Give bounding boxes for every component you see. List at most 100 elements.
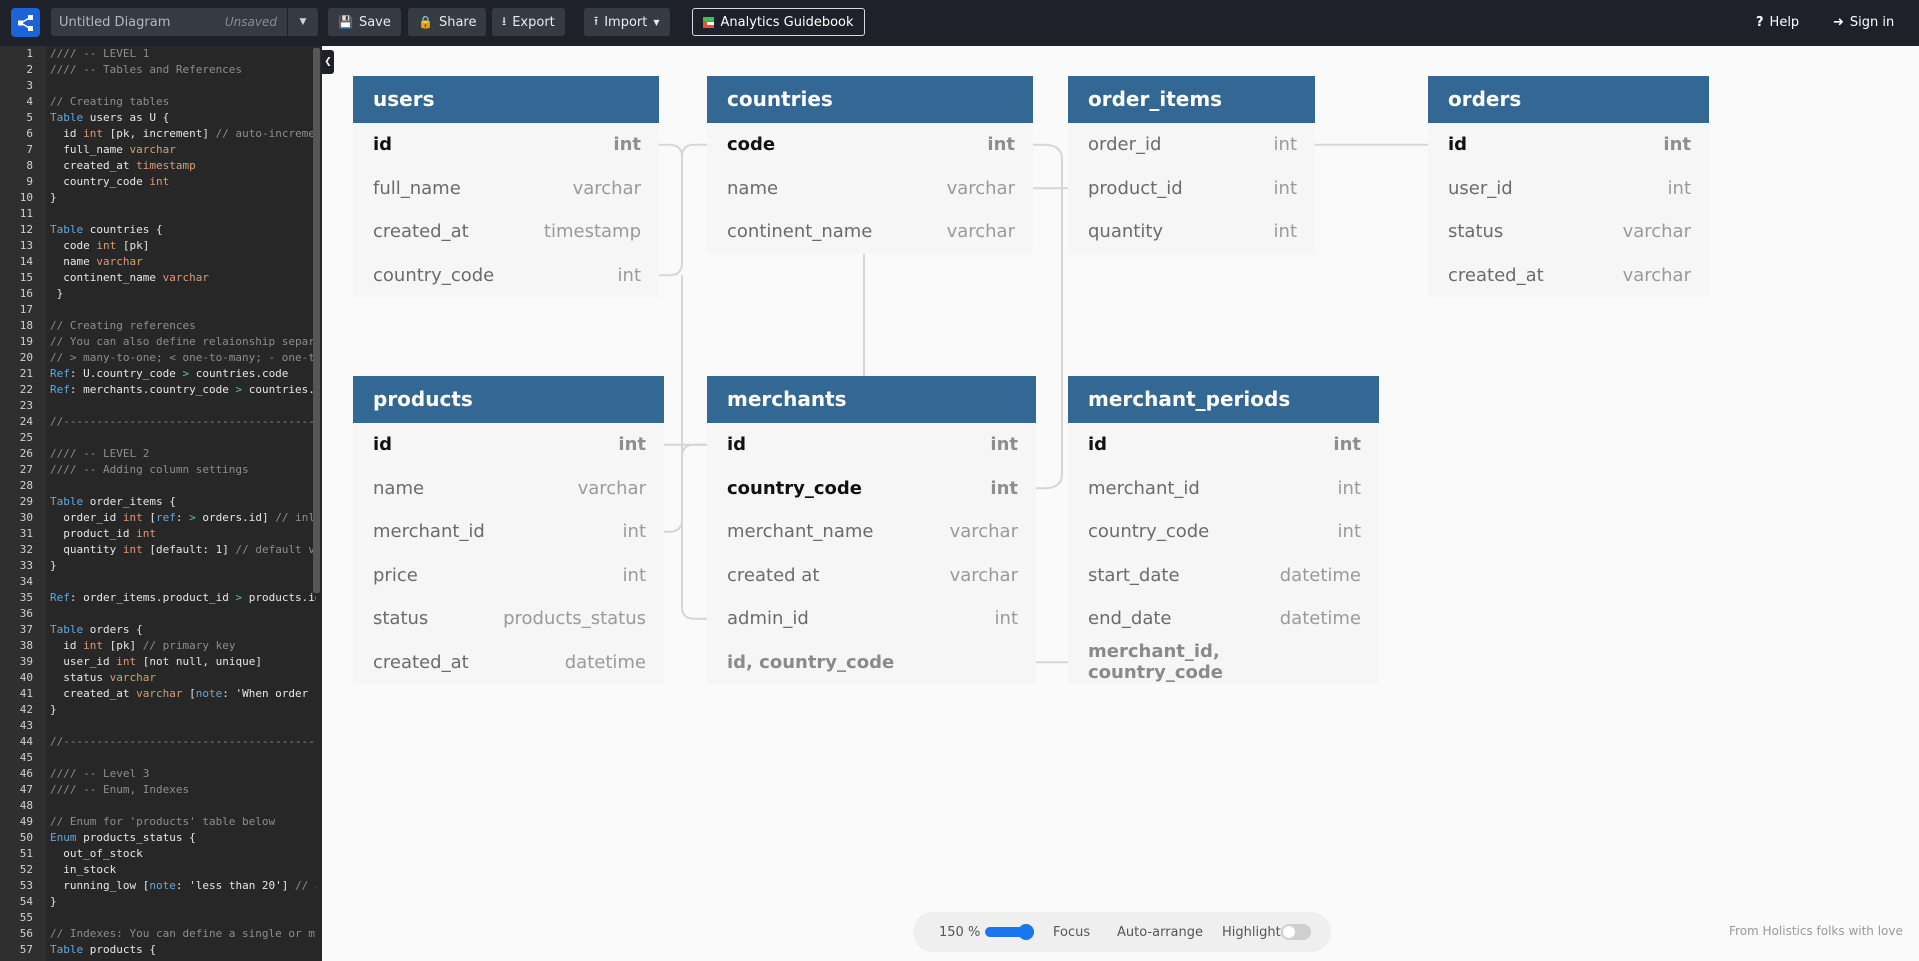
code-line[interactable]: 51 out_of_stock (0, 846, 316, 862)
code-line[interactable]: 47 //// -- Enum, Indexes (0, 782, 316, 798)
code-line[interactable]: 38 id int [pk] // primary key (0, 638, 316, 654)
table-header[interactable]: countries (707, 76, 1033, 123)
table-countries[interactable]: countries code int name varchar continent_nam… (707, 76, 1033, 254)
help-button[interactable]: ? Help (1756, 8, 1799, 36)
code-line[interactable]: 7 full_name varchar (0, 142, 316, 158)
code-line[interactable]: 41 created_at varchar [note: 'When order… (0, 686, 316, 702)
table-field-row[interactable]: created_at varchar (1428, 254, 1709, 298)
table-header[interactable]: products (353, 376, 664, 423)
code-line[interactable]: 54} (0, 894, 316, 910)
table-field-row[interactable]: full_name varchar (353, 167, 659, 211)
table-field-row[interactable]: order_id int (1068, 123, 1315, 167)
diagram-menu-button[interactable]: ▼ (288, 8, 318, 36)
code-line[interactable]: 33} (0, 558, 316, 574)
link-users-countries[interactable] (659, 143, 683, 277)
table-field-row[interactable]: admin_id int (707, 597, 1036, 641)
table-field-row[interactable]: merchant_name varchar (707, 510, 1036, 554)
code-line[interactable]: 23 (0, 398, 316, 414)
code-line[interactable]: 16 } (0, 286, 316, 302)
table-users[interactable]: users id int full_name varchar created_at time… (353, 76, 659, 297)
code-line[interactable]: 17 (0, 302, 316, 318)
code-line[interactable]: 14 name varchar (0, 254, 316, 270)
code-line[interactable]: 21 Ref: U.country_code > countries.code (0, 366, 316, 382)
table-field-row[interactable]: end_date datetime (1068, 597, 1379, 641)
table-header[interactable]: order_items (1068, 76, 1315, 123)
code-line[interactable]: 20 // > many-to-one; < one-to-many; - one… (0, 350, 316, 366)
code-line[interactable]: 40 status varchar (0, 670, 316, 686)
code-line[interactable]: 37 Table orders { (0, 622, 316, 638)
table-field-row[interactable]: id int (353, 423, 664, 467)
code-line[interactable]: 24 //------------------------------------… (0, 414, 316, 430)
table-index-row[interactable]: merchant_id, country_code (1068, 641, 1379, 685)
table-field-row[interactable]: id int (1068, 423, 1379, 467)
table-field-row[interactable]: created at varchar (707, 554, 1036, 598)
code-line[interactable]: 6 id int [pk, increment] // auto-increme… (0, 126, 316, 142)
focus-button[interactable]: Focus (1053, 925, 1090, 940)
table-header[interactable]: merchant_periods (1068, 376, 1379, 423)
table-merchants[interactable]: merchants id int country_code int merchant_na… (707, 376, 1036, 684)
code-line[interactable]: 35 Ref: order_items.product_id > products… (0, 590, 316, 606)
link-users-countries-b[interactable] (681, 143, 707, 157)
code-line[interactable]: 4 // Creating tables (0, 94, 316, 110)
table-field-row[interactable]: created_at datetime (353, 641, 664, 685)
table-field-row[interactable]: name varchar (707, 167, 1033, 211)
code-line[interactable]: 19 // You can also define relaionship sep… (0, 334, 316, 350)
code-line[interactable]: 39 user_id int [not null, unique] (0, 654, 316, 670)
code-line[interactable]: 44 //------------------------------------… (0, 734, 316, 750)
table-field-row[interactable]: status products_status (353, 597, 664, 641)
code-line[interactable]: 9 country_code int (0, 174, 316, 190)
code-line[interactable]: 13 code int [pk] (0, 238, 316, 254)
table-field-row[interactable]: id int (707, 423, 1036, 467)
code-line[interactable]: 53 running_low [note: 'less than 20'] //… (0, 878, 316, 894)
table-field-row[interactable]: price int (353, 554, 664, 598)
diagram-canvas[interactable]: users id int full_name varchar created_at time… (322, 46, 1919, 961)
code-line[interactable]: 8 created_at timestamp (0, 158, 316, 174)
code-line[interactable]: 30 order_id int [ref: > orders.id] // in… (0, 510, 316, 526)
export-button[interactable]: ⭳ Export (492, 8, 565, 36)
table-field-row[interactable]: country_code int (707, 467, 1036, 511)
code-line[interactable]: 52 in_stock (0, 862, 316, 878)
table-field-row[interactable]: merchant_id int (1068, 467, 1379, 511)
code-line[interactable]: 48 (0, 798, 316, 814)
table-header[interactable]: merchants (707, 376, 1036, 423)
diagram-title-input[interactable]: Untitled Diagram Unsaved (51, 8, 287, 36)
share-button[interactable]: 🔒 Share (408, 8, 487, 36)
zoom-slider-handle[interactable] (1018, 924, 1034, 940)
code-line[interactable]: 50 Enum products_status { (0, 830, 316, 846)
code-editor[interactable]: 1 //// -- LEVEL 1 2 //// -- Tables and Refe… (0, 46, 322, 961)
code-line[interactable]: 36 (0, 606, 316, 622)
table-field-row[interactable]: country_code int (353, 254, 659, 298)
code-line[interactable]: 55 (0, 910, 316, 926)
code-line[interactable]: 49 // Enum for 'products' table below (0, 814, 316, 830)
code-line[interactable]: 32 quantity int [default: 1] // default … (0, 542, 316, 558)
code-line[interactable]: 18 // Creating references (0, 318, 316, 334)
code-line[interactable]: 5 Table users as U { (0, 110, 316, 126)
auto-arrange-button[interactable]: Auto-arrange (1117, 925, 1203, 940)
table-field-row[interactable]: code int (707, 123, 1033, 167)
table-field-row[interactable]: name varchar (353, 467, 664, 511)
code-line[interactable]: 25 (0, 430, 316, 446)
table-orders[interactable]: orders id int user_id int status varchar create… (1428, 76, 1709, 297)
code-line[interactable]: 26 //// -- LEVEL 2 (0, 446, 316, 462)
table-products[interactable]: products id int name varchar merchant_id int pr… (353, 376, 664, 684)
code-line[interactable]: 57 Table products { (0, 942, 316, 958)
table-field-row[interactable]: country_code int (1068, 510, 1379, 554)
link-countries-code-merchants[interactable] (1033, 143, 1063, 490)
table-field-row[interactable]: id int (1428, 123, 1709, 167)
code-line[interactable]: 29 Table order_items { (0, 494, 316, 510)
code-line[interactable]: 3 (0, 78, 316, 94)
code-line[interactable]: 42} (0, 702, 316, 718)
code-line[interactable]: 10} (0, 190, 316, 206)
table-field-row[interactable]: quantity int (1068, 210, 1315, 254)
table-field-row[interactable]: continent_name varchar (707, 210, 1033, 254)
code-line[interactable]: 34 (0, 574, 316, 590)
highlight-toggle[interactable] (1281, 924, 1311, 940)
editor-scrollbar[interactable] (313, 48, 320, 593)
table-field-row[interactable]: user_id int (1428, 167, 1709, 211)
code-line[interactable]: 2 //// -- Tables and References (0, 62, 316, 78)
table-field-row[interactable]: status varchar (1428, 210, 1709, 254)
table-header[interactable]: users (353, 76, 659, 123)
analytics-guidebook-button[interactable]: Analytics Guidebook (692, 8, 865, 36)
code-line[interactable]: 56 // Indexes: You can define a single or… (0, 926, 316, 942)
table-field-row[interactable]: start_date datetime (1068, 554, 1379, 598)
